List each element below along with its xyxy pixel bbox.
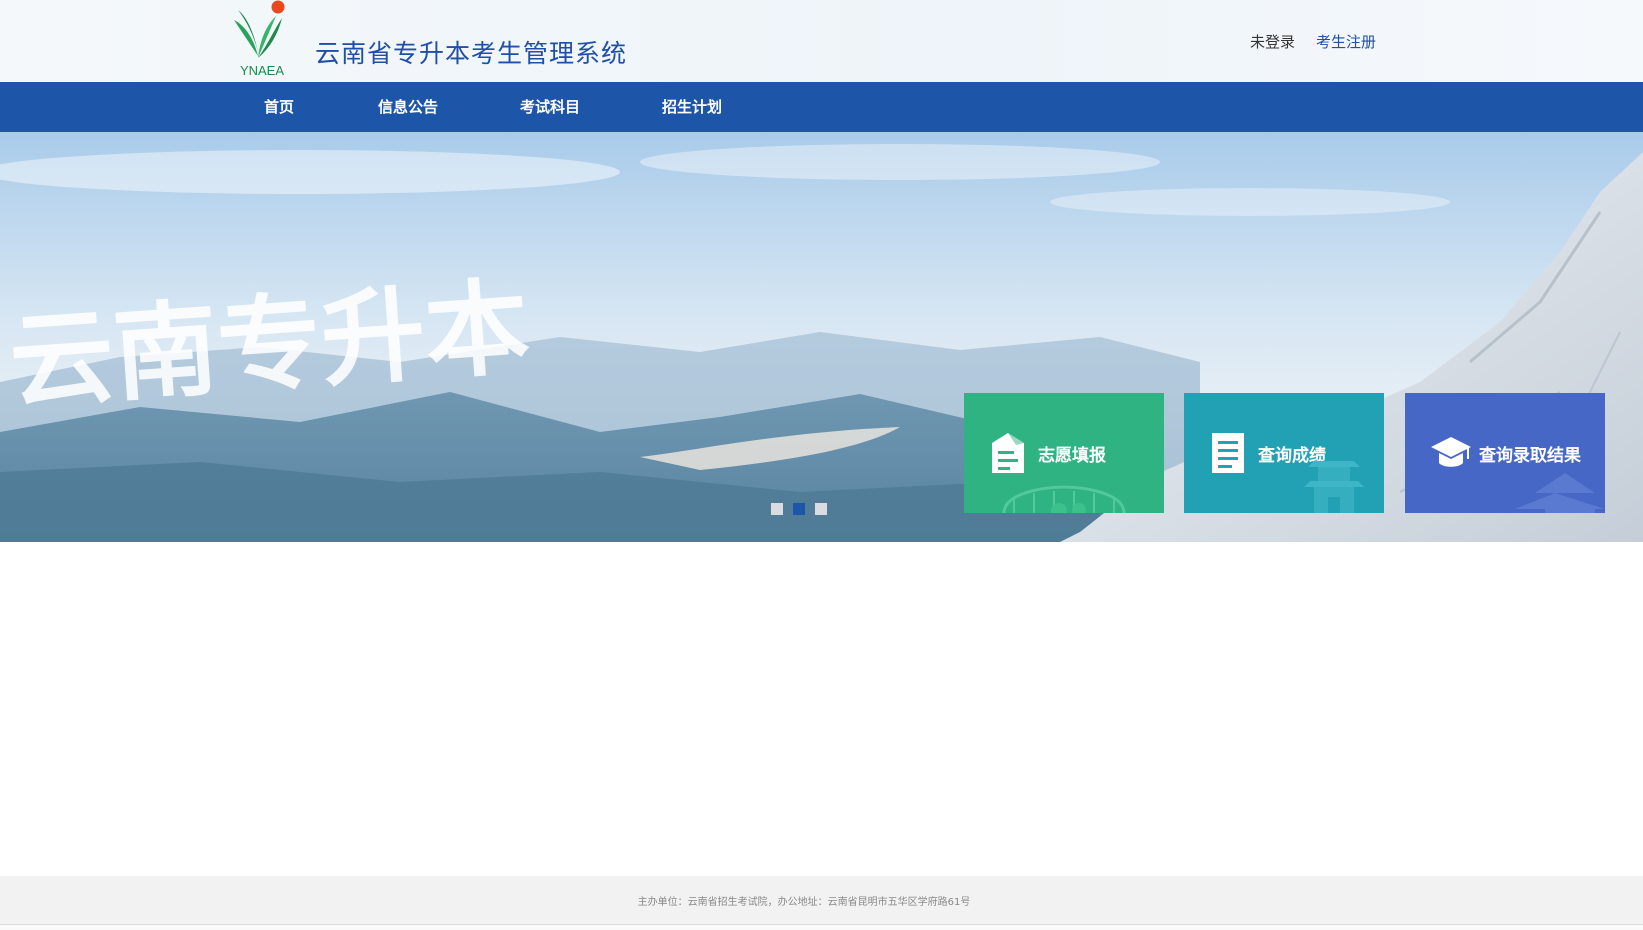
footer-text: 主办单位：云南省招生考试院，办公地址：云南省昆明市五华区学府路61号 (637, 897, 971, 908)
banner-landscape: 云南专升本 (0, 132, 1643, 542)
nav-item-enrollment-plan[interactable]: 招生计划 (662, 82, 722, 132)
site-header: YNAEA 云南省专升本考生管理系统 未登录 考生注册 (0, 0, 1643, 82)
tower-decoration (1304, 461, 1364, 513)
slider-dot-1[interactable] (771, 503, 783, 515)
nav-item-exam-subjects[interactable]: 考试科目 (520, 82, 580, 132)
ynaea-logo[interactable]: YNAEA (232, 0, 292, 78)
logo-text: YNAEA (240, 63, 284, 78)
hero-banner: 云南专升本 志愿填报 查询成绩 查询录取结果 (0, 132, 1643, 542)
card-score-query[interactable]: 查询成绩 (1184, 393, 1384, 513)
register-link[interactable]: 考生注册 (1316, 31, 1376, 52)
slider-dot-2[interactable] (793, 503, 805, 515)
main-nav: 首页 信息公告 考试科目 招生计划 (0, 82, 1643, 132)
page-title: 云南省专升本考生管理系统 (315, 39, 628, 68)
card-application[interactable]: 志愿填报 (964, 393, 1164, 513)
card-admission-result[interactable]: 查询录取结果 (1405, 393, 1605, 513)
slider-dot-3[interactable] (815, 503, 827, 515)
nav-item-home[interactable]: 首页 (264, 82, 294, 132)
nav-item-announcements[interactable]: 信息公告 (378, 82, 438, 132)
card-label: 志愿填报 (1038, 446, 1106, 466)
pagoda-decoration (1515, 473, 1605, 513)
site-footer: 主办单位：云南省招生考试院，办公地址：云南省昆明市五华区学府路61号 (0, 876, 1643, 925)
bridge-decoration (1002, 485, 1126, 513)
form-icon (992, 433, 1024, 473)
browser-status-bar (0, 925, 1643, 930)
login-status: 未登录 (1250, 33, 1296, 51)
